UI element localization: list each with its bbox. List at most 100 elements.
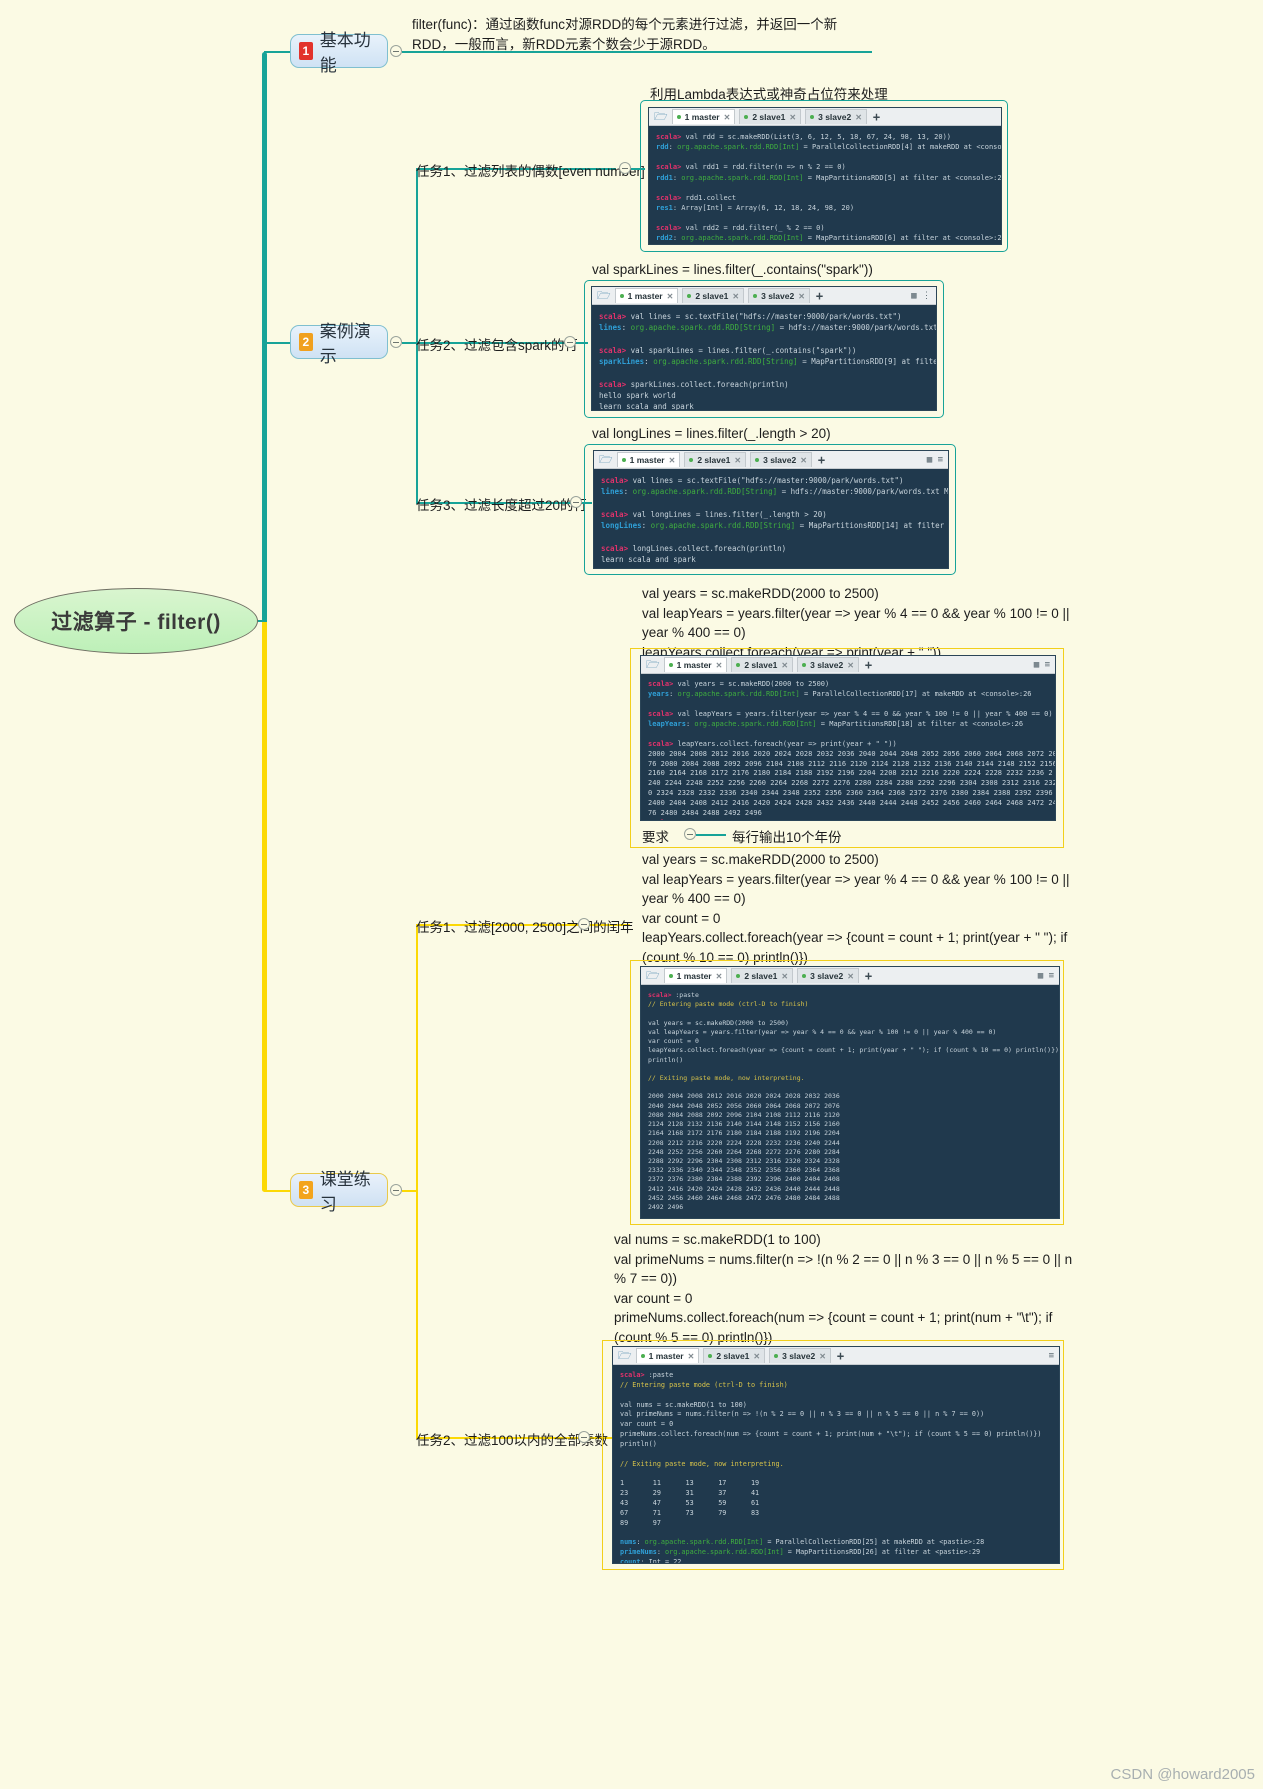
terminal-tab-master[interactable]: 1 master ✕ <box>616 452 681 467</box>
root-node[interactable]: 过滤算子 - filter() <box>14 588 258 654</box>
terminal-tab-slave2[interactable]: 3 slave2 ✕ <box>797 968 859 983</box>
close-icon[interactable]: ✕ <box>688 1352 695 1361</box>
new-tab-icon[interactable]: + <box>873 110 880 124</box>
folder-icon[interactable]: 🗁 <box>654 111 668 122</box>
terminal-tab-slave1[interactable]: 2 slave1 ✕ <box>703 1348 766 1363</box>
branch-node-practice[interactable]: 3 课堂练习 <box>290 1170 388 1214</box>
connector-requirement <box>696 834 726 836</box>
terminal-tabbar-2: 🗁 1 master ✕ 2 slave1 ✕ 3 slave2 ✕ + ▦ ⋮ <box>592 287 936 305</box>
terminal-tab-slave1[interactable]: 2 slave1 ✕ <box>682 288 745 303</box>
status-dot-icon <box>676 115 681 119</box>
close-icon[interactable]: ✕ <box>716 661 723 670</box>
branch-node-demo[interactable]: 2 案例演示 <box>290 322 388 366</box>
terminal-tab-slave1[interactable]: 2 slave1 ✕ <box>731 657 794 672</box>
status-dot-icon <box>755 458 760 462</box>
close-icon[interactable]: ✕ <box>667 292 674 301</box>
close-icon[interactable]: ✕ <box>734 456 741 465</box>
terminal-tab-slave1[interactable]: 2 slave1 ✕ <box>684 452 747 467</box>
collapse-handle-requirement[interactable] <box>684 828 696 840</box>
terminal-tab-master[interactable]: 1 master ✕ <box>663 968 728 983</box>
terminal-tab-slave1[interactable]: 2 slave1 ✕ <box>731 968 794 983</box>
demo-task3-label: 任务3、过滤长度超过20的行 <box>416 498 588 513</box>
terminal-window-3[interactable]: 🗁 1 master ✕ 2 slave1 ✕ 3 slave2 ✕ + ▦ ≡… <box>593 450 949 569</box>
close-icon[interactable]: ✕ <box>724 113 731 122</box>
terminal-tab-slave2[interactable]: 3 slave2 ✕ <box>769 1348 831 1363</box>
terminal-tab-label: 2 slave1 <box>697 455 731 465</box>
terminal-tab-label: 3 slave2 <box>810 660 844 670</box>
terminal-menu-icons[interactable]: ▦ ≡ <box>1038 971 1054 981</box>
branch-badge-2: 2 <box>299 333 313 351</box>
folder-icon[interactable]: 🗁 <box>618 1350 632 1361</box>
new-tab-icon[interactable]: + <box>837 1349 844 1363</box>
close-icon[interactable]: ✕ <box>732 292 739 301</box>
new-tab-icon[interactable]: + <box>818 453 825 467</box>
close-icon[interactable]: ✕ <box>789 113 796 122</box>
terminal-tab-slave1[interactable]: 2 slave1 ✕ <box>739 109 802 124</box>
terminal-window-1[interactable]: 🗁 1 master ✕ 2 slave1 ✕ 3 slave2 ✕ + sca… <box>648 107 1002 245</box>
new-tab-icon[interactable]: + <box>816 289 823 303</box>
close-icon[interactable]: ✕ <box>753 1352 760 1361</box>
terminal-window-2[interactable]: 🗁 1 master ✕ 2 slave1 ✕ 3 slave2 ✕ + ▦ ⋮… <box>591 286 937 411</box>
terminal-tab-label: 1 master <box>684 112 720 122</box>
close-icon[interactable]: ✕ <box>781 972 788 981</box>
collapse-handle-practice-task2[interactable] <box>578 1431 590 1443</box>
collapse-handle-practice[interactable] <box>390 1184 402 1196</box>
terminal-output-5: scala> :paste // Entering paste mode (ct… <box>648 991 1059 1212</box>
terminal-tab-label: 1 master <box>676 971 712 981</box>
terminal-menu-icons[interactable]: ▦ ≡ <box>927 455 943 465</box>
close-icon[interactable]: ✕ <box>716 972 723 981</box>
status-dot-icon <box>640 1354 645 1358</box>
close-icon[interactable]: ✕ <box>800 456 807 465</box>
status-dot-icon <box>708 1354 713 1358</box>
terminal-tab-slave2[interactable]: 3 slave2 ✕ <box>797 657 859 672</box>
collapse-handle-demo[interactable] <box>390 336 402 348</box>
close-icon[interactable]: ✕ <box>819 1352 826 1361</box>
collapse-handle-demo-task1[interactable] <box>619 162 631 174</box>
branch-badge-1: 1 <box>299 42 313 60</box>
collapse-handle-demo-task3[interactable] <box>570 496 582 508</box>
status-dot-icon <box>668 663 673 667</box>
status-dot-icon <box>736 974 741 978</box>
terminal-tab-label: 2 slave1 <box>716 1351 750 1361</box>
collapse-handle-basic[interactable] <box>390 45 402 57</box>
collapse-handle-demo-task2[interactable] <box>564 336 576 348</box>
terminal-menu-icons[interactable]: ≡ <box>1049 1351 1054 1361</box>
collapse-handle-practice-task1[interactable] <box>578 918 590 930</box>
terminal-tab-slave2[interactable]: 3 slave2 ✕ <box>750 452 812 467</box>
close-icon[interactable]: ✕ <box>798 292 805 301</box>
status-dot-icon <box>744 115 749 119</box>
terminal-menu-icons[interactable]: ▦ ≡ <box>1034 660 1050 670</box>
branch-node-basic[interactable]: 1 基本功能 <box>290 31 388 75</box>
terminal-tab-master[interactable]: 1 master ✕ <box>614 288 679 303</box>
terminal-tabbar-5: 🗁 1 master ✕ 2 slave1 ✕ 3 slave2 ✕ + ▦ ≡ <box>641 967 1059 985</box>
folder-icon[interactable]: 🗁 <box>597 290 611 301</box>
terminal-tab-master[interactable]: 1 master ✕ <box>663 657 728 672</box>
connector-branch-1 <box>264 51 290 53</box>
new-tab-icon[interactable]: + <box>865 658 872 672</box>
status-dot-icon <box>802 974 807 978</box>
close-icon[interactable]: ✕ <box>855 113 862 122</box>
close-icon[interactable]: ✕ <box>847 661 854 670</box>
terminal-menu-icons[interactable]: ▦ ⋮ <box>911 291 931 301</box>
terminal-tab-master[interactable]: 1 master ✕ <box>671 109 736 124</box>
close-icon[interactable]: ✕ <box>669 456 676 465</box>
folder-icon[interactable]: 🗁 <box>646 970 660 981</box>
terminal-tabbar-1: 🗁 1 master ✕ 2 slave1 ✕ 3 slave2 ✕ + <box>649 108 1001 126</box>
terminal-window-5[interactable]: 🗁 1 master ✕ 2 slave1 ✕ 3 slave2 ✕ + ▦ ≡… <box>640 966 1060 1219</box>
terminal-tab-slave2[interactable]: 3 slave2 ✕ <box>805 109 867 124</box>
status-dot-icon <box>753 294 758 298</box>
root-label: 过滤算子 - filter() <box>51 611 221 634</box>
terminal-tab-label: 3 slave2 <box>810 971 844 981</box>
terminal-tab-master[interactable]: 1 master ✕ <box>635 1348 700 1363</box>
terminal-output-1: scala> val rdd = sc.makeRDD(List(3, 6, 1… <box>656 133 1001 243</box>
folder-icon[interactable]: 🗁 <box>599 454 613 465</box>
folder-icon[interactable]: 🗁 <box>646 659 660 670</box>
terminal-window-6[interactable]: 🗁 1 master ✕ 2 slave1 ✕ 3 slave2 ✕ + ≡ s… <box>612 1346 1060 1564</box>
new-tab-icon[interactable]: + <box>865 969 872 983</box>
terminal-tab-slave2[interactable]: 3 slave2 ✕ <box>748 288 810 303</box>
close-icon[interactable]: ✕ <box>847 972 854 981</box>
close-icon[interactable]: ✕ <box>781 661 788 670</box>
demo-task1-label: 任务1、过滤列表的偶数[even number] <box>416 164 645 179</box>
terminal-window-4[interactable]: 🗁 1 master ✕ 2 slave1 ✕ 3 slave2 ✕ + ▦ ≡… <box>640 655 1056 821</box>
basic-description: filter(func)：通过函数func对源RDD的每个元素进行过滤，并返回一… <box>412 17 838 52</box>
